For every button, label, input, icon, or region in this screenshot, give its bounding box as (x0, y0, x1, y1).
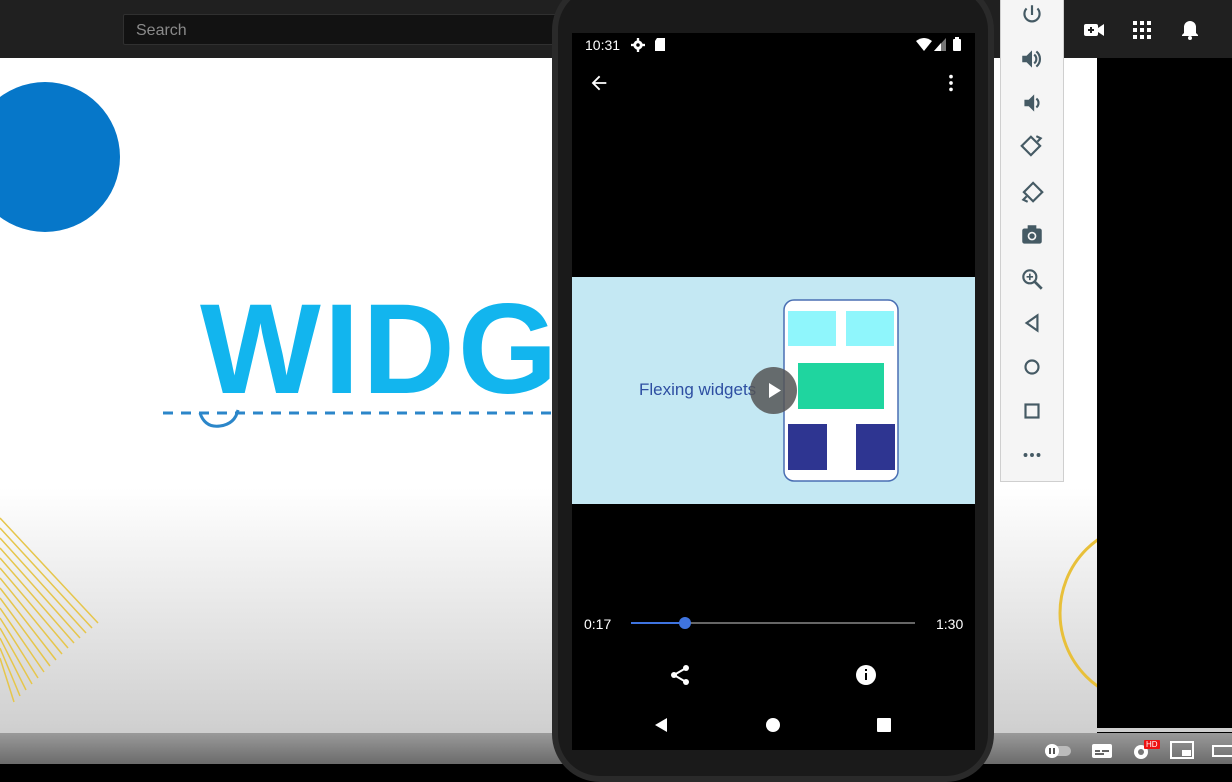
nav-back-icon[interactable] (652, 716, 670, 734)
hd-badge: HD (1144, 740, 1160, 749)
volume-up-icon[interactable] (1019, 46, 1045, 72)
video-caption: Flexing widgets (639, 380, 757, 399)
autoplay-toggle-icon[interactable] (1044, 743, 1072, 759)
overflow-menu-icon[interactable] (940, 72, 962, 94)
rotate-right-icon[interactable] (1019, 178, 1045, 204)
back-icon[interactable] (1019, 310, 1045, 336)
share-icon[interactable] (668, 663, 692, 687)
apps-grid-icon[interactable] (1130, 18, 1154, 42)
more-icon[interactable] (1019, 442, 1045, 468)
gear-icon (631, 38, 645, 52)
signal-icon (934, 38, 946, 51)
volume-down-icon[interactable] (1019, 90, 1045, 116)
sd-card-icon (655, 38, 665, 51)
overview-icon[interactable] (1019, 398, 1045, 424)
play-button-icon[interactable] (750, 367, 797, 414)
battery-icon (953, 37, 961, 51)
rotate-left-icon[interactable] (1019, 134, 1045, 160)
video-camera-add-icon[interactable] (1082, 18, 1106, 42)
back-arrow-icon[interactable] (588, 72, 610, 94)
info-icon[interactable] (854, 663, 878, 687)
status-time: 10:31 (585, 37, 621, 53)
subtitles-icon[interactable] (1091, 743, 1113, 759)
zoom-icon[interactable] (1019, 266, 1045, 292)
nav-recents-icon[interactable] (876, 717, 892, 733)
duration-time: 1:30 (936, 616, 964, 632)
miniplayer-icon[interactable] (1170, 741, 1194, 759)
video-title-text: WIDG (200, 278, 561, 421)
home-icon[interactable] (1019, 354, 1045, 380)
player-side-area (1097, 58, 1232, 733)
current-time: 0:17 (584, 616, 612, 632)
theater-icon[interactable] (1212, 743, 1232, 759)
wifi-icon (916, 38, 932, 51)
nav-home-icon[interactable] (764, 716, 782, 734)
search-input[interactable]: Search (123, 14, 583, 45)
seek-bar-progress (631, 622, 685, 624)
power-icon[interactable] (1019, 2, 1045, 28)
screenshot-icon[interactable] (1019, 222, 1045, 248)
seek-bar-thumb[interactable] (678, 617, 691, 629)
bell-icon[interactable] (1178, 18, 1202, 42)
